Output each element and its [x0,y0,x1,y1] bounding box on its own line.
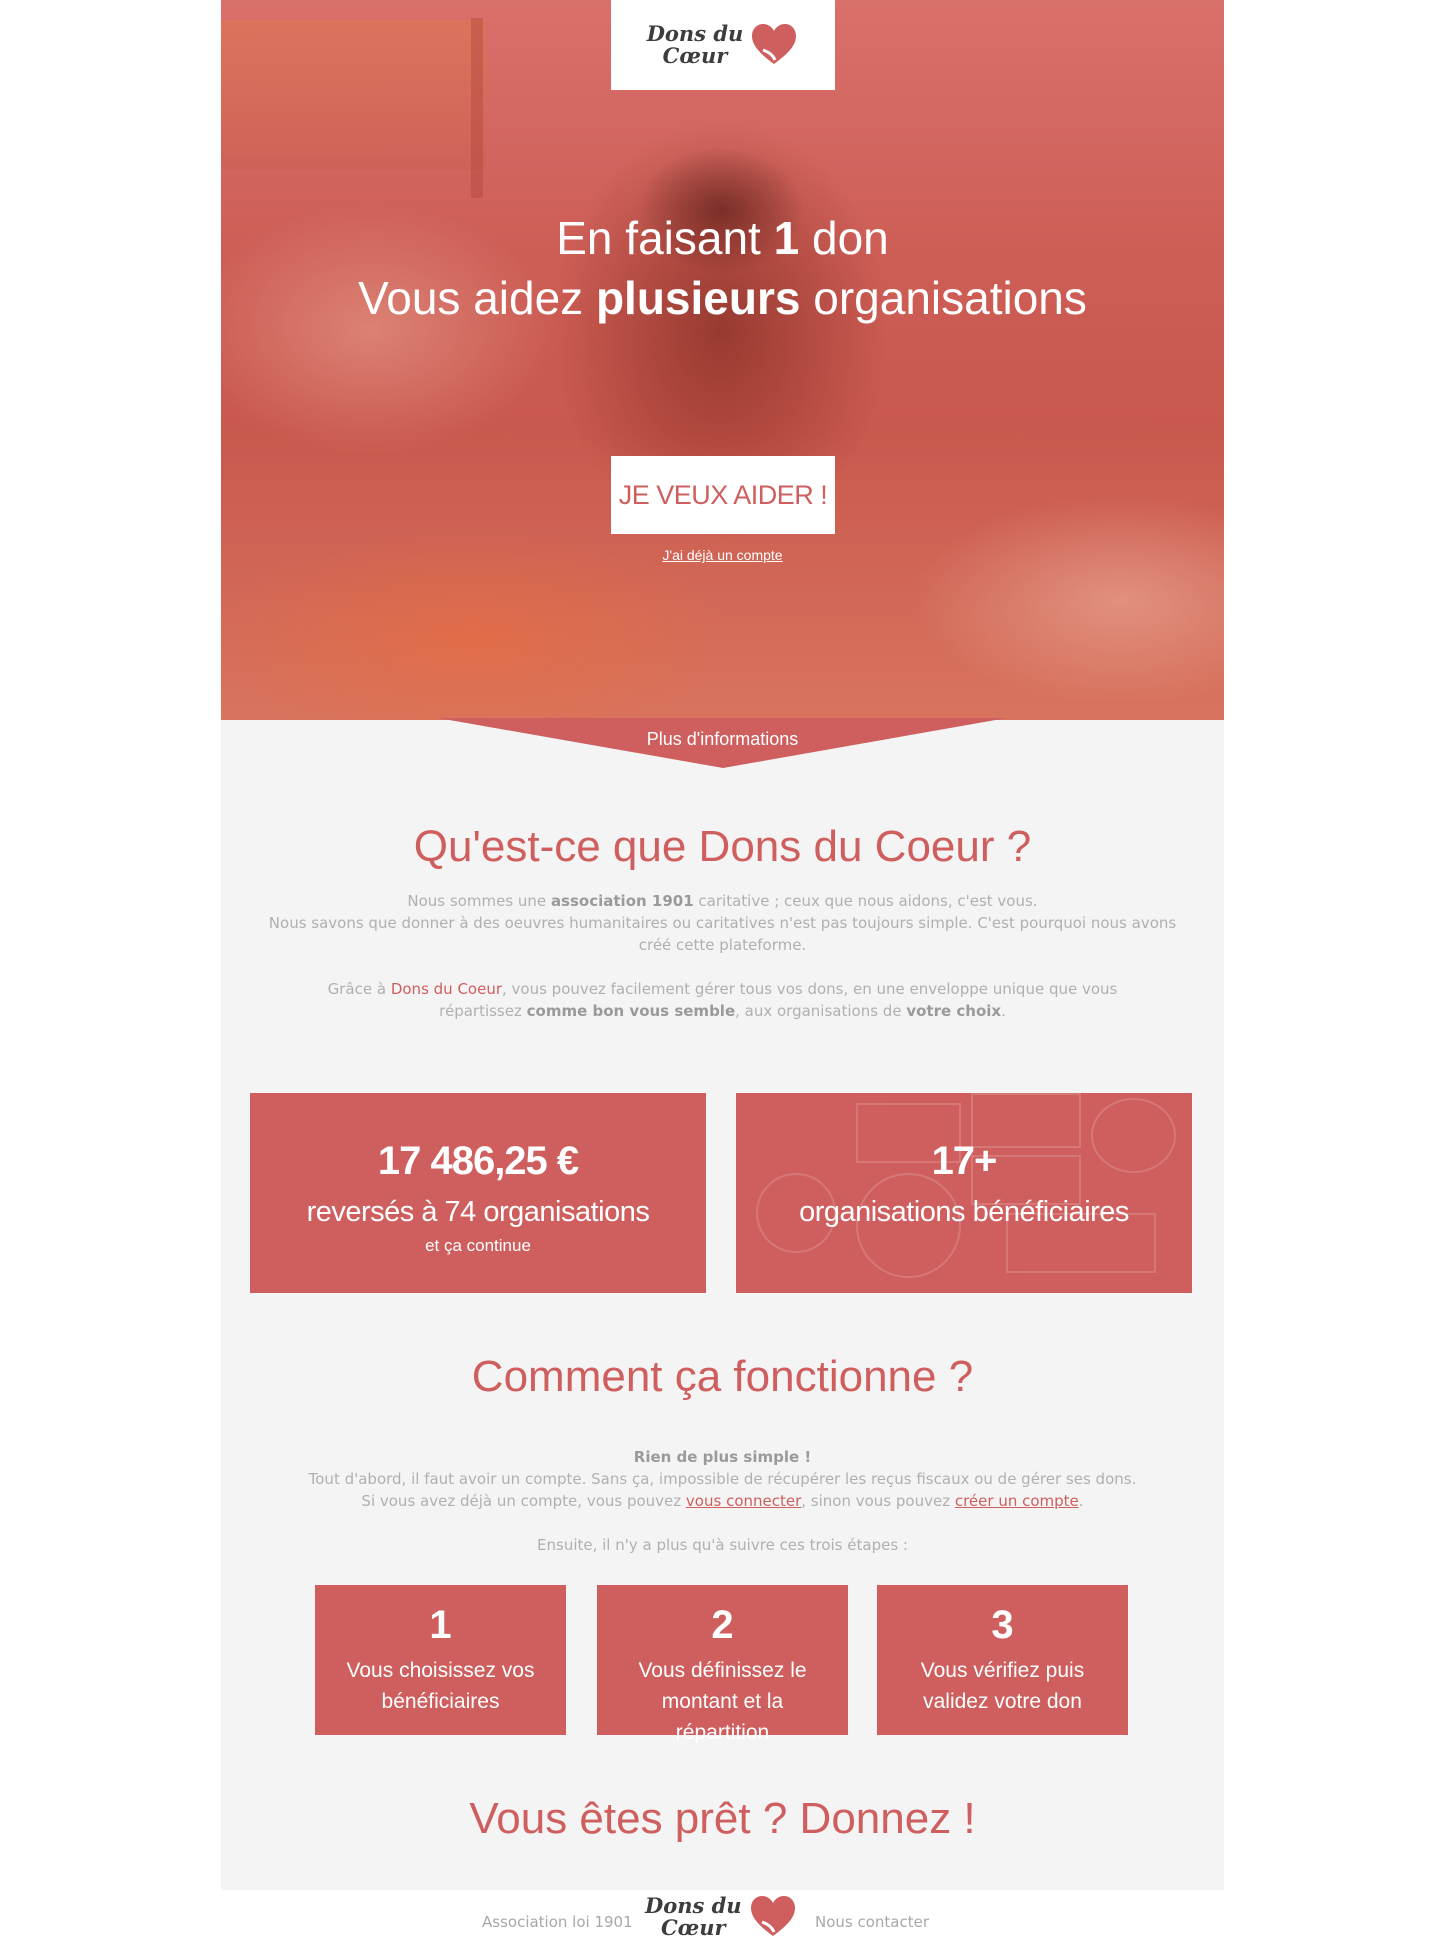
logo-text: Dons du Cœur [646,21,744,68]
footer: Association loi 1901 Dons du Cœur Nous c… [0,1890,1440,1953]
more-info-label: Plus d'informations [646,729,799,749]
closing-title: Vous êtes prêt ? Donnez ! [469,1794,976,1843]
heart-icon [752,24,797,64]
step-text: Vous choisissez vos bénéficiaires [346,1659,535,1713]
step-number: 2 [711,1603,734,1647]
how-text: Rien de plus simple ! Tout d'abord, il f… [308,1448,1137,1554]
donation-total-subcaption: et ça continue [425,1236,531,1255]
step-text: Vous définissez le montant et la réparti… [638,1659,807,1744]
heart-icon [750,1896,795,1936]
footer-logo[interactable]: Dons du Cœur [645,1892,798,1942]
hero-background-image [221,20,486,170]
stat-card-organisations: 17+ organisations bénéficiaires [736,1093,1192,1293]
page: Dons du Cœur En faisant 1 don Vous aidez… [221,0,1224,1890]
step-number: 1 [429,1603,452,1647]
footer-logo-text: Dons du Cœur [645,1893,742,1940]
step-card-2: 2 Vous définissez le montant et la répar… [597,1585,848,1744]
logo-unicef-icon [754,1107,844,1137]
more-info-tab[interactable]: Plus d'informations [221,718,1224,772]
partner-logos-background [736,1093,1192,1293]
footer-association-label: Association loi 1901 [482,1913,633,1931]
hero-title-line-2: Vous aidez plusieurs organisations [358,272,1087,324]
step-text: Vous vérifiez puis validez votre don [920,1659,1085,1713]
organisations-caption: organisations bénéficiaires [799,1196,1129,1228]
step-card-1: 1 Vous choisissez vos bénéficiaires [315,1585,566,1735]
how-title: Comment ça fonctionne ? [471,1352,974,1401]
step-card-3: 3 Vous vérifiez puis validez votre don [877,1585,1128,1735]
contact-link[interactable]: Nous contacter [815,1913,929,1931]
existing-account-link[interactable]: J'ai déjà un compte [662,547,782,563]
about-title: Qu'est-ce que Dons du Coeur ? [413,822,1032,871]
help-button[interactable]: JE VEUX AIDER ! [611,456,835,534]
hero-title: En faisant 1 don Vous aidez plusieurs or… [221,208,1224,328]
hero-title-line-1: En faisant 1 don [556,212,889,264]
create-account-link[interactable]: créer un compte [955,1492,1079,1510]
stat-card-amount: 17 486,25 € reversés à 74 organisations … [250,1093,706,1293]
login-link[interactable]: vous connecter [686,1492,801,1510]
hero-banner: Dons du Cœur En faisant 1 don Vous aidez… [221,0,1224,720]
organisations-count: 17+ [931,1139,998,1183]
step-number: 3 [991,1603,1014,1647]
header-logo[interactable]: Dons du Cœur [611,0,835,90]
donation-total: 17 486,25 € [377,1139,579,1183]
donation-total-caption: reversés à 74 organisations [306,1196,650,1228]
about-text: Nous sommes une association 1901 caritat… [268,892,1177,1020]
